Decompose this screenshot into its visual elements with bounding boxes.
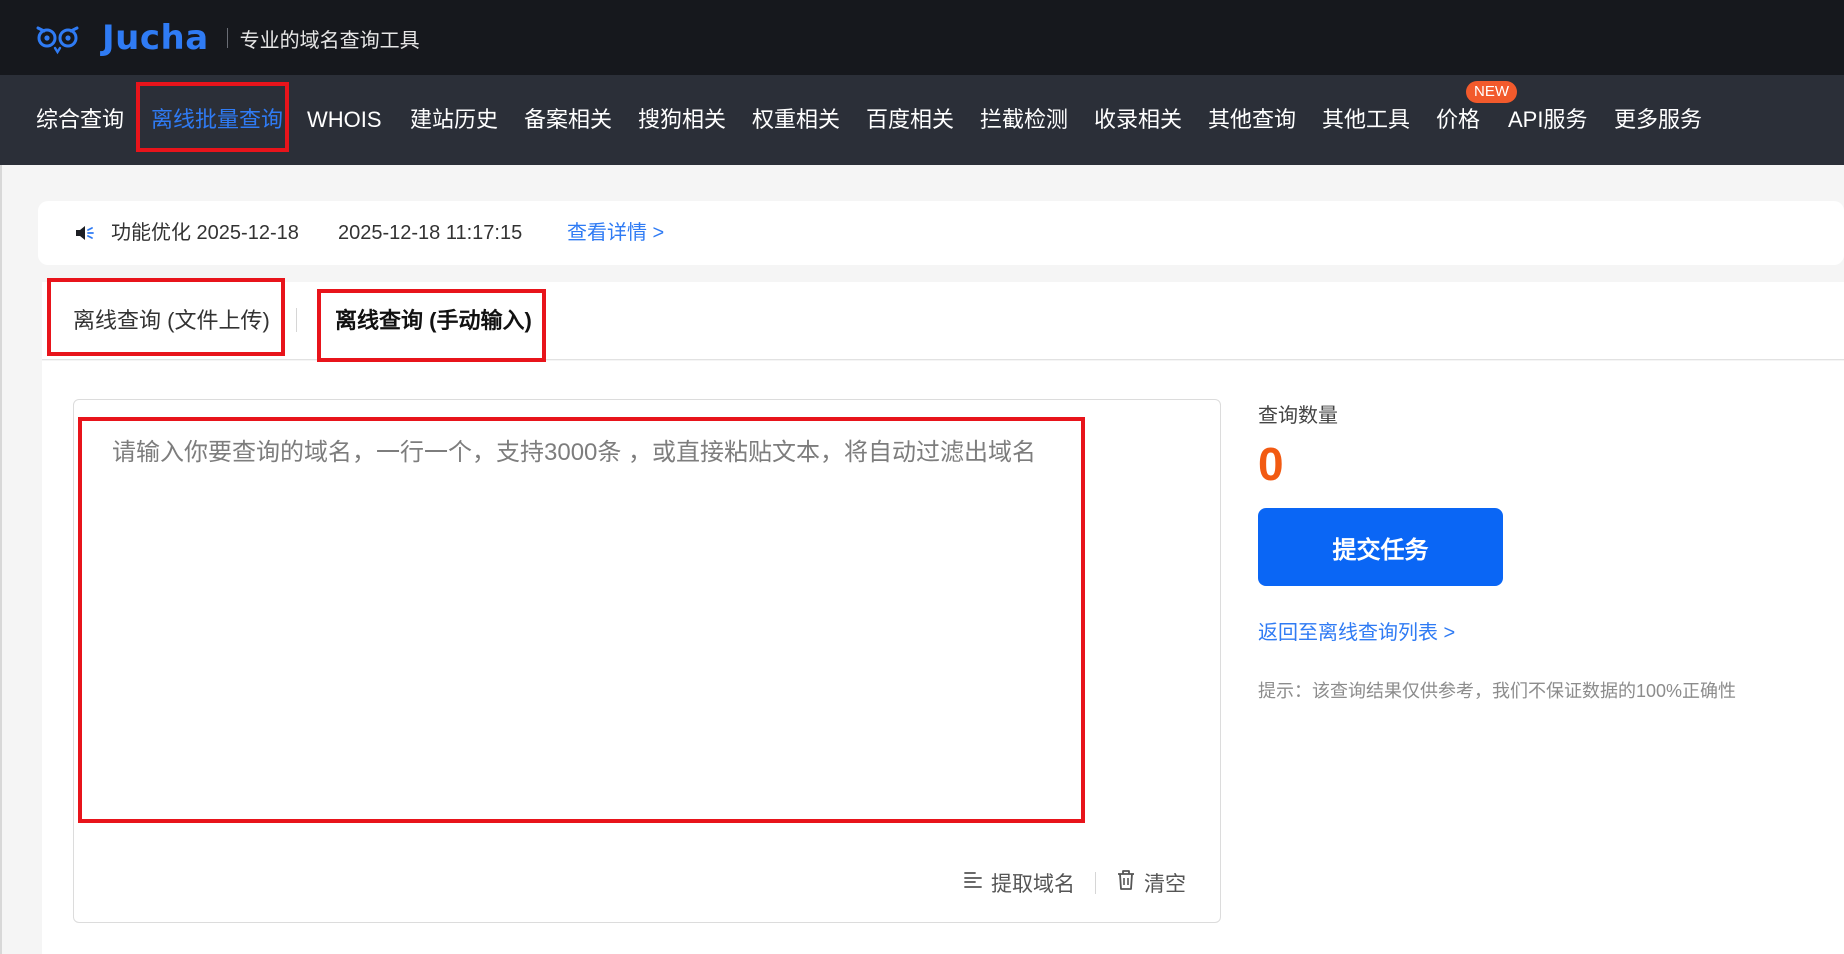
- clear-button[interactable]: 清空: [1116, 868, 1186, 898]
- logo-divider: [226, 28, 228, 48]
- brand-name: Jucha: [102, 18, 209, 58]
- speaker-icon: [74, 223, 96, 243]
- nav-item-indexing[interactable]: 收录相关: [1094, 75, 1182, 165]
- extract-domains-label: 提取域名: [991, 873, 1075, 896]
- nav-item-api-service[interactable]: API服务: [1508, 75, 1587, 165]
- tab-divider: [296, 308, 297, 332]
- top-bar: Jucha 专业的域名查询工具: [0, 0, 1844, 75]
- nav-item-site-history[interactable]: 建站历史: [410, 75, 498, 165]
- owl-logo-icon: [36, 20, 98, 56]
- main-nav: 综合查询 离线批量查询 WHOIS 建站历史 备案相关 搜狗相关 权重相关 百度…: [0, 75, 1844, 165]
- actions-divider: [1095, 872, 1096, 894]
- query-count-label: 查询数量: [1258, 405, 1338, 427]
- disclaimer-tip: 提示：该查询结果仅供参考，我们不保证数据的100%正确性: [1258, 681, 1737, 701]
- trash-icon: [1116, 869, 1144, 897]
- nav-item-other-tools[interactable]: 其他工具: [1322, 75, 1410, 165]
- announcement-title: 功能优化 2025-12-18: [111, 222, 299, 244]
- list-icon: [963, 870, 991, 896]
- announcement-time: 2025-12-18 11:17:15: [338, 222, 523, 244]
- nav-item-icp-records[interactable]: 备案相关: [524, 75, 612, 165]
- logo[interactable]: Jucha 专业的域名查询工具: [36, 18, 420, 58]
- announcement-bar: 功能优化 2025-12-18 2025-12-18 11:17:15 查看详情…: [38, 201, 1844, 265]
- nav-item-other-queries[interactable]: 其他查询: [1208, 75, 1296, 165]
- nav-item-comprehensive-query[interactable]: 综合查询: [36, 75, 124, 165]
- tab-manual-input[interactable]: 离线查询 (手动输入): [335, 282, 532, 360]
- view-details-link[interactable]: 查看详情 >: [567, 201, 664, 265]
- brand-slogan: 专业的域名查询工具: [239, 29, 420, 52]
- query-summary: 查询数量 0 提交任务 返回至离线查询列表 > 提示：该查询结果仅供参考，我们不…: [1258, 399, 1818, 703]
- nav-item-weight[interactable]: 权重相关: [752, 75, 840, 165]
- nav-item-whois[interactable]: WHOIS: [307, 75, 382, 165]
- main-content: 提取域名 清空 查询数量 0 提交任务 返回至离线查询列表 > 提示：该查询结果…: [42, 361, 1844, 954]
- clear-label: 清空: [1144, 873, 1186, 896]
- nav-item-offline-batch-query[interactable]: 离线批量查询: [151, 75, 283, 165]
- query-count-value: 0: [1258, 438, 1284, 490]
- extract-domains-button[interactable]: 提取域名: [963, 868, 1075, 898]
- query-mode-tabs: 离线查询 (文件上传) 离线查询 (手动输入): [42, 282, 1844, 360]
- submit-task-button[interactable]: 提交任务: [1258, 508, 1503, 586]
- nav-item-block-check[interactable]: 拦截检测: [980, 75, 1068, 165]
- nav-item-baidu[interactable]: 百度相关: [866, 75, 954, 165]
- domain-input[interactable]: [82, 408, 1082, 828]
- back-to-list-link[interactable]: 返回至离线查询列表 >: [1258, 616, 1818, 645]
- domain-input-panel: 提取域名 清空: [73, 399, 1221, 923]
- page-left-border: [0, 165, 2, 954]
- nav-item-sogou[interactable]: 搜狗相关: [638, 75, 726, 165]
- tab-file-upload[interactable]: 离线查询 (文件上传): [73, 282, 270, 360]
- nav-item-more-services[interactable]: 更多服务: [1614, 75, 1702, 165]
- input-actions: 提取域名 清空: [963, 868, 1186, 898]
